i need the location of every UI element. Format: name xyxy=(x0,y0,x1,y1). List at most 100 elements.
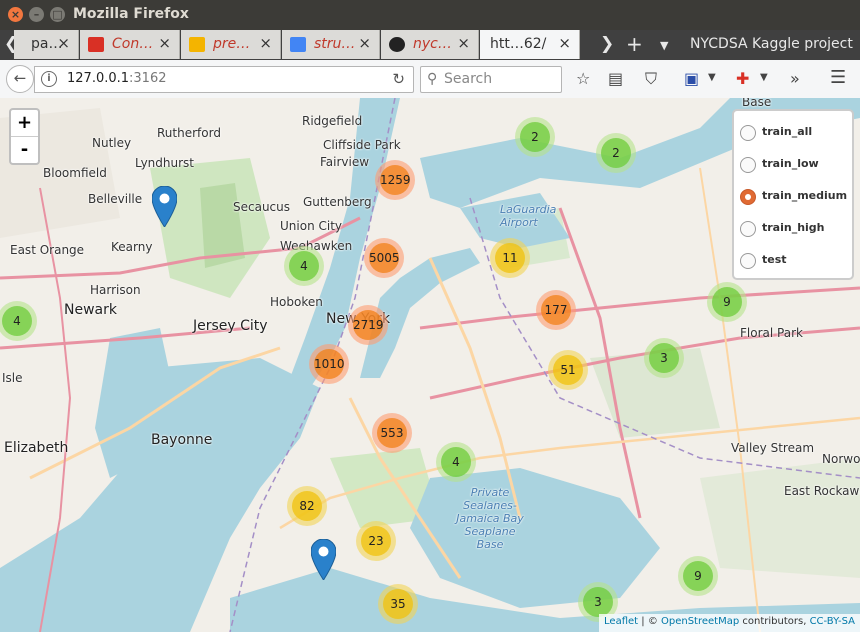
info-icon[interactable]: i xyxy=(41,71,57,87)
place-label: Cliffside Park xyxy=(323,138,401,152)
zoom-control: + - xyxy=(9,108,40,165)
url-host: 127.0.0.1 xyxy=(67,71,130,86)
url-port: :3162 xyxy=(129,71,167,86)
tab-close-icon[interactable]: × xyxy=(558,34,571,52)
marker-cluster[interactable]: 9 xyxy=(678,556,718,596)
marker-cluster[interactable]: 11 xyxy=(490,238,530,278)
overflow-menu-icon[interactable]: » xyxy=(790,69,800,88)
layer-label: train_medium xyxy=(762,189,848,202)
radio-button[interactable] xyxy=(740,125,756,141)
leaflet-link[interactable]: Leaflet xyxy=(604,616,638,627)
place-label: Newark xyxy=(64,302,117,318)
bookmark-star-icon[interactable]: ☆ xyxy=(576,69,590,88)
layer-label: train_high xyxy=(762,221,825,234)
tab-close-icon[interactable]: × xyxy=(358,34,371,52)
map-marker-pin[interactable] xyxy=(152,186,177,227)
cluster-count: 9 xyxy=(712,287,742,317)
window-close-button[interactable]: × xyxy=(8,7,23,22)
marker-cluster[interactable]: 35 xyxy=(378,584,418,624)
map-view[interactable]: Rutherford Nutley Lyndhurst Bloomfield B… xyxy=(0,98,860,632)
place-label: Private Sealanes-Jamaica Bay Seaplane Ba… xyxy=(456,486,524,551)
marker-cluster[interactable]: 177 xyxy=(536,290,576,330)
tab-list-chevron-icon[interactable]: ▼ xyxy=(660,39,668,52)
tab-0[interactable]: pa… × xyxy=(14,30,79,59)
tab-label: Con… xyxy=(112,36,154,52)
marker-cluster[interactable]: 5005 xyxy=(364,238,404,278)
place-label: Rutherford xyxy=(157,126,221,140)
reload-icon[interactable]: ↻ xyxy=(392,70,405,88)
tab-3[interactable]: stru… × xyxy=(282,30,380,59)
cluster-count: 553 xyxy=(377,418,407,448)
place-label: Belleville xyxy=(88,192,143,206)
hamburger-menu-icon[interactable]: ☰ xyxy=(830,67,846,88)
window-minimize-button[interactable]: – xyxy=(29,7,44,22)
marker-cluster[interactable]: 2 xyxy=(515,117,555,157)
marker-cluster[interactable]: 1010 xyxy=(309,344,349,384)
osm-link[interactable]: OpenStreetMap xyxy=(661,616,739,627)
marker-cluster[interactable]: 4 xyxy=(284,246,324,286)
radio-button[interactable] xyxy=(740,253,756,269)
layer-label: test xyxy=(762,253,787,266)
tab-bar: ❮ pa… × Con… × pre… × stru… × nyc… × htt… xyxy=(0,30,860,60)
tab-close-icon[interactable]: × xyxy=(457,34,470,52)
tab-favicon-icon xyxy=(189,37,205,52)
tab-favicon-icon xyxy=(88,37,104,52)
marker-cluster[interactable]: 4 xyxy=(436,442,476,482)
radio-button[interactable] xyxy=(740,221,756,237)
tab-label: pre… xyxy=(213,36,251,52)
layer-label: train_low xyxy=(762,157,819,170)
marker-cluster[interactable]: 51 xyxy=(548,350,588,390)
search-placeholder: Search xyxy=(444,71,493,87)
extension-dropdown-chevron-icon[interactable]: ▼ xyxy=(760,72,768,83)
tab-2[interactable]: pre… × xyxy=(181,30,281,59)
marker-cluster[interactable]: 23 xyxy=(356,521,396,561)
tab-close-icon[interactable]: × xyxy=(57,34,70,52)
save-dropdown-chevron-icon[interactable]: ▼ xyxy=(708,72,716,83)
cluster-count: 2 xyxy=(520,122,550,152)
marker-cluster[interactable]: 82 xyxy=(287,486,327,526)
cluster-count: 3 xyxy=(649,343,679,373)
cluster-count: 177 xyxy=(541,295,571,325)
place-label: Kearny xyxy=(111,240,153,254)
cluster-count: 5005 xyxy=(369,243,400,273)
marker-cluster[interactable]: 2 xyxy=(596,133,636,173)
marker-cluster[interactable]: 2719 xyxy=(348,305,388,345)
back-button[interactable]: ← xyxy=(6,65,34,93)
place-label: Elizabeth xyxy=(4,440,69,456)
tab-5-active[interactable]: htt…62/ × xyxy=(480,30,580,59)
reading-list-icon[interactable]: ▤ xyxy=(608,69,623,88)
marker-cluster[interactable]: 553 xyxy=(372,413,412,453)
title-bar: × – □ Mozilla Firefox xyxy=(0,0,860,30)
window-title: Mozilla Firefox xyxy=(73,6,189,22)
place-label: Bloomfield xyxy=(43,166,107,180)
search-input[interactable]: ⚲ Search xyxy=(420,66,562,93)
tab-scroll-right-icon[interactable]: ❯ xyxy=(600,34,614,54)
zoom-in-button[interactable]: + xyxy=(11,110,38,137)
new-tab-button[interactable]: + xyxy=(626,32,643,56)
cluster-count: 1010 xyxy=(314,349,345,379)
marker-cluster[interactable]: 3 xyxy=(644,338,684,378)
zoom-out-button[interactable]: - xyxy=(11,137,38,163)
tab-close-icon[interactable]: × xyxy=(259,34,272,52)
extension-icon[interactable]: ✚ xyxy=(736,69,749,88)
url-bar[interactable]: i 127.0.0.1:3162 ↻ xyxy=(34,66,414,93)
window-maximize-button[interactable]: □ xyxy=(50,7,65,22)
tab-4[interactable]: nyc… × xyxy=(381,30,479,59)
marker-cluster[interactable]: 1259 xyxy=(375,160,415,200)
radio-button[interactable] xyxy=(740,157,756,173)
tab-1[interactable]: Con… × xyxy=(80,30,180,59)
page-title: NYCDSA Kaggle project xyxy=(690,36,853,52)
cluster-count: 4 xyxy=(441,447,471,477)
license-link[interactable]: CC-BY-SA xyxy=(810,616,855,627)
marker-cluster[interactable]: 9 xyxy=(707,282,747,322)
place-label: LaGuardia Airport xyxy=(500,203,557,229)
radio-button-selected[interactable] xyxy=(740,189,756,205)
cluster-count: 51 xyxy=(553,355,583,385)
cluster-count: 2719 xyxy=(353,310,384,340)
tab-close-icon[interactable]: × xyxy=(158,34,171,52)
map-marker-pin[interactable] xyxy=(311,539,336,580)
save-icon[interactable]: ▣ xyxy=(684,69,699,88)
pocket-icon[interactable]: ⛉ xyxy=(645,69,657,89)
place-label: Jersey City xyxy=(193,318,268,334)
tab-label: stru… xyxy=(314,36,356,52)
